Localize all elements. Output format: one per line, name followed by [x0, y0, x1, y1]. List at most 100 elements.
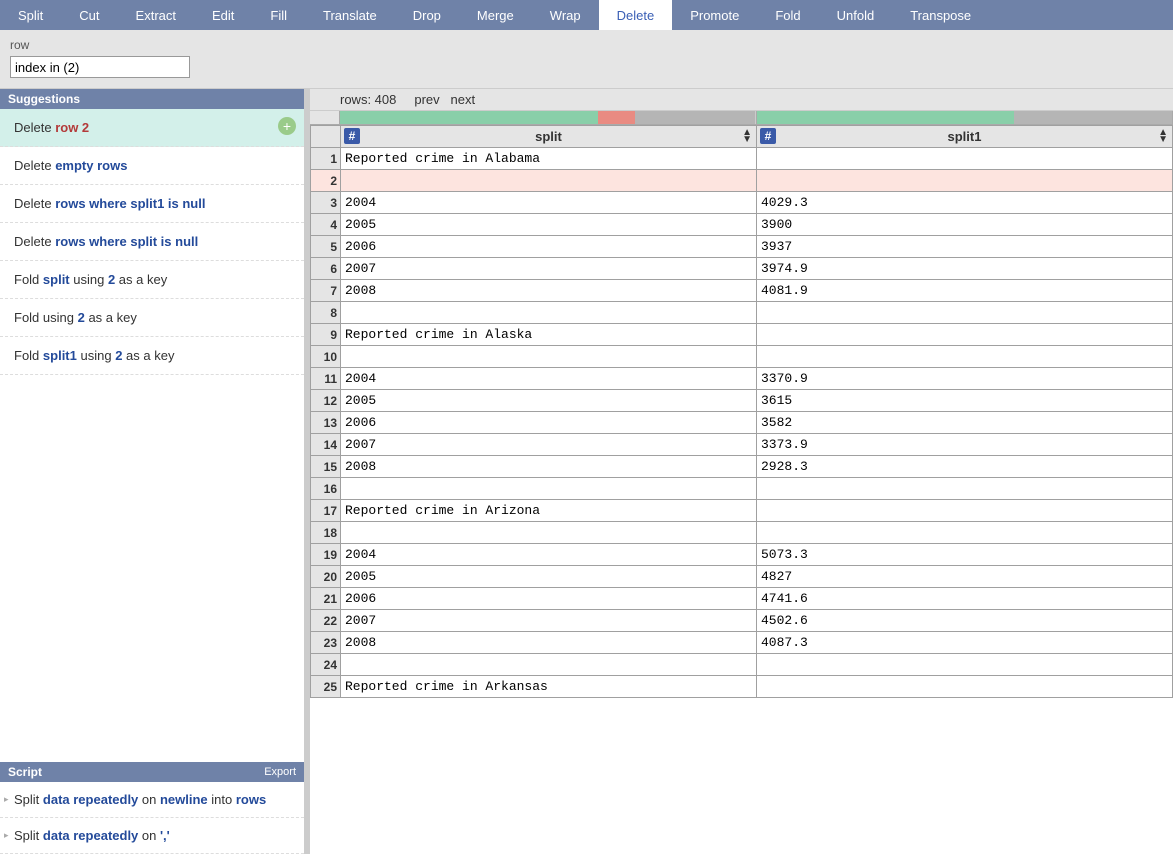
row-number[interactable]: 23: [311, 632, 341, 654]
export-button[interactable]: Export: [264, 766, 296, 778]
table-cell[interactable]: 4029.3: [757, 192, 1173, 214]
toolbar-item-fold[interactable]: Fold: [757, 0, 818, 30]
table-cell[interactable]: 2005: [341, 214, 757, 236]
row-number[interactable]: 10: [311, 346, 341, 368]
table-row[interactable]: 320044029.3: [311, 192, 1173, 214]
table-row[interactable]: 1920045073.3: [311, 544, 1173, 566]
table-cell[interactable]: 3370.9: [757, 368, 1173, 390]
table-row[interactable]: 8: [311, 302, 1173, 324]
table-row[interactable]: 2320084087.3: [311, 632, 1173, 654]
table-row[interactable]: 17Reported crime in Arizona: [311, 500, 1173, 522]
toolbar-item-merge[interactable]: Merge: [459, 0, 532, 30]
table-row[interactable]: 420053900: [311, 214, 1173, 236]
suggestion-item[interactable]: Fold split1 using 2 as a key: [0, 337, 304, 375]
row-number[interactable]: 12: [311, 390, 341, 412]
toolbar-item-delete[interactable]: Delete: [599, 0, 673, 30]
row-number[interactable]: 20: [311, 566, 341, 588]
table-cell[interactable]: Reported crime in Alabama: [341, 148, 757, 170]
row-number[interactable]: 25: [311, 676, 341, 698]
table-row[interactable]: 2020054827: [311, 566, 1173, 588]
table-cell[interactable]: [757, 676, 1173, 698]
table-cell[interactable]: [341, 302, 757, 324]
row-number[interactable]: 16: [311, 478, 341, 500]
table-row[interactable]: 1220053615: [311, 390, 1173, 412]
row-number[interactable]: 21: [311, 588, 341, 610]
row-number[interactable]: 5: [311, 236, 341, 258]
table-cell[interactable]: [341, 346, 757, 368]
suggestion-item[interactable]: Delete row 2+: [0, 109, 304, 147]
column-header-split[interactable]: # split ▲▼: [341, 126, 757, 148]
table-cell[interactable]: 2005: [341, 566, 757, 588]
table-cell[interactable]: 2008: [341, 280, 757, 302]
formula-input[interactable]: [10, 56, 190, 78]
row-number[interactable]: 1: [311, 148, 341, 170]
table-cell[interactable]: 2007: [341, 258, 757, 280]
table-cell[interactable]: [341, 478, 757, 500]
toolbar-item-transpose[interactable]: Transpose: [892, 0, 989, 30]
table-cell[interactable]: 4827: [757, 566, 1173, 588]
row-number[interactable]: 15: [311, 456, 341, 478]
table-cell[interactable]: [341, 170, 757, 192]
add-icon[interactable]: +: [278, 117, 296, 135]
toolbar-item-edit[interactable]: Edit: [194, 0, 252, 30]
table-row[interactable]: 1Reported crime in Alabama: [311, 148, 1173, 170]
row-number[interactable]: 19: [311, 544, 341, 566]
table-row[interactable]: 18: [311, 522, 1173, 544]
toolbar-item-split[interactable]: Split: [0, 0, 61, 30]
row-number[interactable]: 9: [311, 324, 341, 346]
suggestion-item[interactable]: Fold using 2 as a key: [0, 299, 304, 337]
table-cell[interactable]: 2004: [341, 544, 757, 566]
table-cell[interactable]: 2008: [341, 632, 757, 654]
row-number[interactable]: 3: [311, 192, 341, 214]
table-cell[interactable]: 2007: [341, 610, 757, 632]
table-cell[interactable]: 3615: [757, 390, 1173, 412]
table-row[interactable]: 2220074502.6: [311, 610, 1173, 632]
table-cell[interactable]: 2006: [341, 236, 757, 258]
table-row[interactable]: 10: [311, 346, 1173, 368]
table-cell[interactable]: 3900: [757, 214, 1173, 236]
sort-icon[interactable]: ▲▼: [1158, 129, 1168, 143]
table-row[interactable]: 24: [311, 654, 1173, 676]
toolbar-item-cut[interactable]: Cut: [61, 0, 117, 30]
row-number[interactable]: 11: [311, 368, 341, 390]
table-cell[interactable]: [757, 500, 1173, 522]
row-number[interactable]: 6: [311, 258, 341, 280]
table-row[interactable]: 1320063582: [311, 412, 1173, 434]
toolbar-item-fill[interactable]: Fill: [252, 0, 305, 30]
table-cell[interactable]: [757, 522, 1173, 544]
toolbar-item-extract[interactable]: Extract: [118, 0, 194, 30]
table-cell[interactable]: 3582: [757, 412, 1173, 434]
suggestion-item[interactable]: Delete rows where split is null: [0, 223, 304, 261]
sort-icon[interactable]: ▲▼: [742, 129, 752, 143]
row-number[interactable]: 14: [311, 434, 341, 456]
column-header-split1[interactable]: # split1 ▲▼: [757, 126, 1173, 148]
script-item[interactable]: Split data repeatedly on newline into ro…: [0, 782, 304, 818]
table-cell[interactable]: [757, 170, 1173, 192]
table-cell[interactable]: [757, 148, 1173, 170]
table-cell[interactable]: 5073.3: [757, 544, 1173, 566]
table-cell[interactable]: 2007: [341, 434, 757, 456]
table-cell[interactable]: 2006: [341, 588, 757, 610]
table-cell[interactable]: [757, 654, 1173, 676]
row-number[interactable]: 2: [311, 170, 341, 192]
row-number[interactable]: 22: [311, 610, 341, 632]
table-cell[interactable]: 3373.9: [757, 434, 1173, 456]
table-cell[interactable]: 4087.3: [757, 632, 1173, 654]
table-cell[interactable]: 3974.9: [757, 258, 1173, 280]
table-cell[interactable]: [341, 654, 757, 676]
row-number[interactable]: 17: [311, 500, 341, 522]
table-cell[interactable]: 4741.6: [757, 588, 1173, 610]
row-number[interactable]: 24: [311, 654, 341, 676]
table-cell[interactable]: [757, 324, 1173, 346]
prev-button[interactable]: prev: [414, 92, 439, 107]
row-number[interactable]: 8: [311, 302, 341, 324]
table-cell[interactable]: 2006: [341, 412, 757, 434]
table-row[interactable]: 16: [311, 478, 1173, 500]
suggestion-item[interactable]: Delete rows where split1 is null: [0, 185, 304, 223]
table-row[interactable]: 9Reported crime in Alaska: [311, 324, 1173, 346]
row-number[interactable]: 4: [311, 214, 341, 236]
table-cell[interactable]: [757, 346, 1173, 368]
toolbar-item-translate[interactable]: Translate: [305, 0, 395, 30]
table-cell[interactable]: 2008: [341, 456, 757, 478]
toolbar-item-wrap[interactable]: Wrap: [532, 0, 599, 30]
